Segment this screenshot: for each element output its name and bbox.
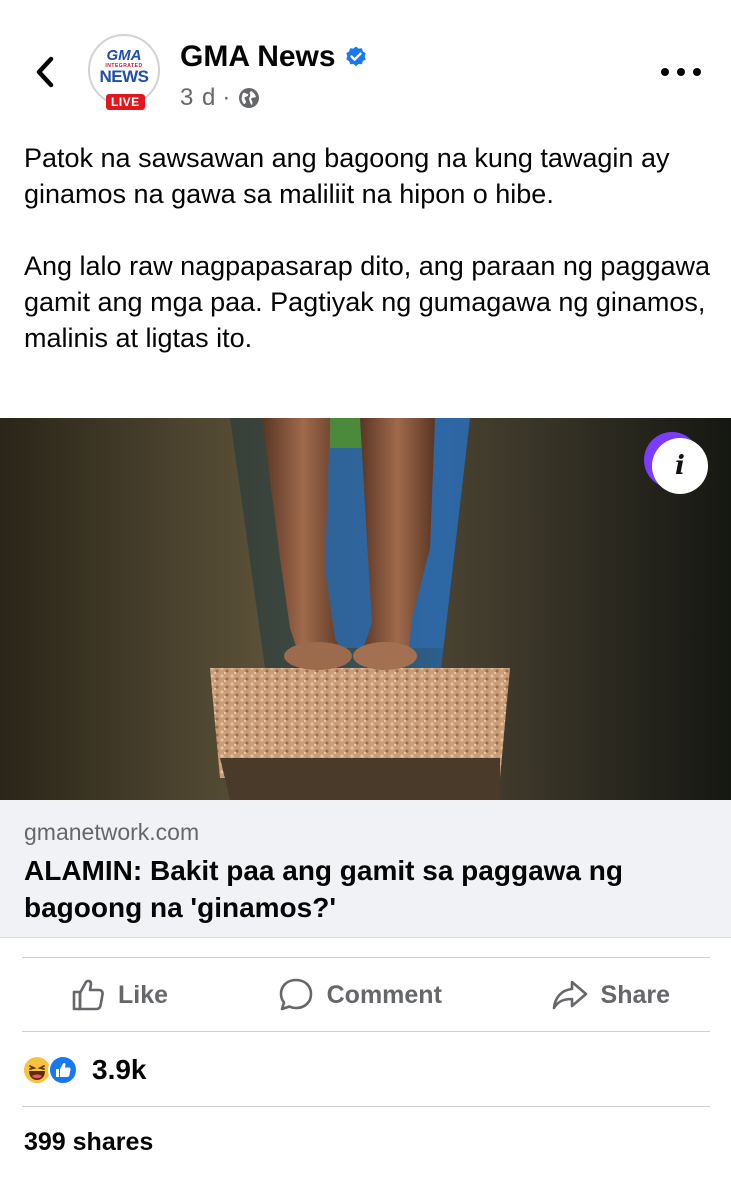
reaction-count: 3.9k bbox=[92, 1054, 147, 1085]
action-bar: Like Comment Share bbox=[22, 958, 710, 1032]
chevron-left-icon bbox=[36, 56, 54, 88]
share-label: Share bbox=[600, 980, 670, 1009]
live-badge: LIVE bbox=[106, 94, 145, 110]
like-label: Like bbox=[118, 980, 169, 1009]
post-header: GMA INTEGRATED NEWS LIVE GMA News 3 d · bbox=[0, 0, 731, 130]
divider bbox=[22, 1106, 710, 1107]
like-reaction-icon bbox=[48, 1055, 78, 1085]
page-avatar[interactable]: GMA INTEGRATED NEWS LIVE bbox=[88, 34, 162, 114]
back-button[interactable] bbox=[28, 52, 62, 92]
caption-paragraph: Patok na sawsawan ang bagoong na kung ta… bbox=[24, 143, 670, 209]
link-preview-card[interactable]: gmanetwork.com ALAMIN: Bakit paa ang gam… bbox=[0, 800, 731, 938]
info-button[interactable]: i bbox=[652, 438, 708, 494]
post-meta: 3 d · bbox=[180, 84, 261, 112]
share-button[interactable]: Share bbox=[551, 978, 670, 1012]
reaction-icons bbox=[22, 1053, 84, 1087]
info-icon: i bbox=[675, 451, 685, 481]
more-options-button[interactable] bbox=[661, 62, 701, 82]
post-caption: Patok na sawsawan ang bagoong na kung ta… bbox=[24, 140, 714, 392]
link-headline: ALAMIN: Bakit paa ang gamit sa paggawa n… bbox=[24, 855, 623, 923]
link-preview-image[interactable] bbox=[0, 418, 731, 800]
logo-news-text: NEWS bbox=[99, 67, 150, 86]
more-dot-icon bbox=[693, 68, 701, 76]
divider bbox=[22, 1031, 710, 1032]
thumbs-up-icon bbox=[72, 979, 104, 1011]
ginamos-feet-photo bbox=[0, 418, 731, 800]
page-name-label: GMA News bbox=[180, 40, 336, 73]
comment-bubble-icon bbox=[279, 978, 312, 1011]
meta-separator: · bbox=[222, 84, 232, 111]
comment-button[interactable]: Comment bbox=[277, 976, 442, 1014]
like-button[interactable]: Like bbox=[70, 977, 168, 1013]
logo-gma-text: GMA bbox=[106, 47, 142, 64]
link-domain: gmanetwork.com bbox=[24, 819, 200, 845]
more-dot-icon bbox=[677, 68, 685, 76]
caption-paragraph: Ang lalo raw nagpapasarap dito, ang para… bbox=[24, 251, 711, 353]
page-name[interactable]: GMA News bbox=[180, 40, 368, 74]
globe-icon bbox=[239, 88, 260, 108]
shares-count[interactable]: 399 shares bbox=[24, 1128, 153, 1157]
comment-label: Comment bbox=[326, 980, 442, 1009]
share-arrow-icon bbox=[552, 980, 587, 1010]
verified-badge-icon bbox=[345, 46, 366, 67]
post-time[interactable]: 3 d bbox=[180, 84, 216, 112]
reactions-summary[interactable]: 3.9k bbox=[22, 1050, 147, 1090]
more-dot-icon bbox=[661, 68, 669, 76]
